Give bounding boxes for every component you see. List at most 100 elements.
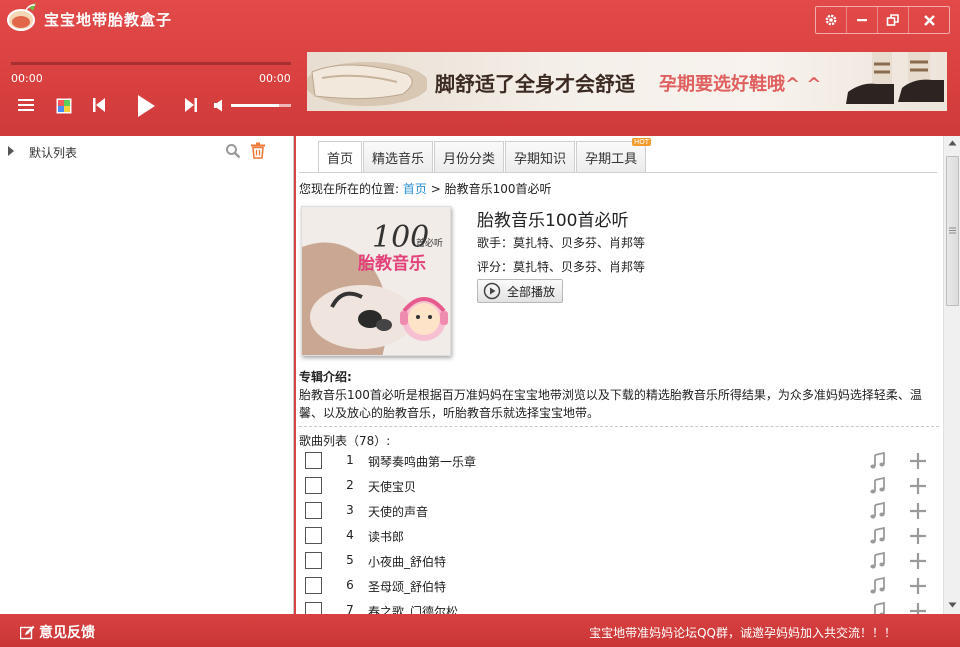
song-row[interactable]: 5 小夜曲_舒伯特 (299, 548, 939, 573)
song-row[interactable]: 2 天使宝贝 (299, 473, 939, 498)
player-controls (12, 90, 297, 124)
song-title: 春之歌_门德尔松 (368, 605, 459, 614)
song-checkbox[interactable] (305, 452, 322, 469)
song-title: 天使宝贝 (368, 480, 417, 494)
music-note-icon[interactable] (868, 551, 888, 571)
banner-tip: 孕期要选好鞋哦^ ^ (659, 74, 822, 95)
breadcrumb-current: 胎教音乐100首必听 (444, 182, 552, 196)
trash-icon[interactable] (250, 142, 266, 159)
song-number: 6 (346, 578, 354, 592)
cover-number: 100 (372, 220, 429, 255)
edit-icon (20, 625, 35, 639)
song-number: 5 (346, 553, 354, 567)
play-all-label: 全部播放 (507, 284, 556, 299)
app-title: 宝宝地带胎教盒子 (44, 11, 173, 29)
scroll-up-icon[interactable] (948, 140, 957, 146)
expand-arrow-icon[interactable] (7, 146, 15, 156)
menu-icon[interactable] (18, 98, 34, 112)
total-time: 00:00 (259, 72, 291, 85)
content-panel: 首页 精选音乐 月份分类 孕期知识 孕期工具 HOT 您现在所在的位置: 首页 >… (296, 136, 960, 614)
song-checkbox[interactable] (305, 552, 322, 569)
status-bar: 意见反馈 宝宝地带准妈妈论坛QQ群，诚邀孕妈妈加入共交流！！！ (0, 614, 960, 647)
song-row[interactable]: 3 天使的声音 (299, 498, 939, 523)
song-checkbox[interactable] (305, 577, 322, 594)
scroll-thumb[interactable] (946, 156, 959, 306)
music-note-icon[interactable] (868, 601, 888, 614)
cover-sub: 首必听 (416, 237, 443, 249)
intro-text: 胎教音乐100首必听是根据百万准妈妈在宝宝地带浏览以及下载的精选胎教音乐所得结果… (299, 388, 922, 420)
minimize-icon[interactable] (847, 7, 878, 33)
play-all-button[interactable]: 全部播放 (477, 279, 563, 303)
tab-label: 首页 (327, 152, 354, 167)
tab-pregnancy-tools[interactable]: 孕期工具 HOT (576, 138, 652, 172)
song-row[interactable]: 7 春之歌_门德尔松 (299, 598, 939, 614)
previous-track-icon[interactable] (92, 97, 106, 113)
music-note-icon[interactable] (868, 576, 888, 596)
song-checkbox[interactable] (305, 477, 322, 494)
add-to-list-icon[interactable] (908, 601, 928, 614)
songlist-heading: 歌曲列表（78）: (299, 434, 391, 448)
song-row[interactable]: 1 钢琴奏鸣曲第一乐章 (299, 448, 939, 473)
restore-icon[interactable] (878, 7, 909, 33)
tab-home[interactable]: 首页 (318, 141, 363, 173)
banner-ad[interactable]: 脚舒适了全身才会舒适 孕期要选好鞋哦^ ^ (307, 52, 947, 111)
close-icon[interactable] (909, 7, 949, 33)
song-row[interactable]: 4 读书郎 (299, 523, 939, 548)
settings-gear-icon[interactable] (816, 7, 847, 33)
volume-icon[interactable] (213, 99, 226, 112)
window-controls (815, 6, 950, 34)
current-time: 00:00 (11, 72, 43, 85)
add-to-list-icon[interactable] (908, 476, 928, 496)
music-note-icon[interactable] (868, 451, 888, 471)
add-to-list-icon[interactable] (908, 551, 928, 571)
scroll-down-icon[interactable] (948, 602, 957, 608)
song-checkbox[interactable] (305, 602, 322, 614)
song-title: 钢琴奏鸣曲第一乐章 (368, 455, 477, 469)
music-note-icon[interactable] (868, 526, 888, 546)
breadcrumb-separator: > (426, 182, 445, 196)
album-cover: 100 首必听 胎教音乐 (301, 206, 451, 356)
feedback-button[interactable]: 意见反馈 (20, 622, 95, 642)
scrollbar[interactable] (943, 136, 960, 614)
intro-heading: 专辑介绍: (299, 370, 352, 384)
footer-message[interactable]: 宝宝地带准妈妈论坛QQ群，诚邀孕妈妈加入共交流！！！ (589, 624, 896, 641)
song-row[interactable]: 6 圣母颂_舒伯特 (299, 573, 939, 598)
play-circle-icon (483, 282, 501, 300)
music-note-icon[interactable] (868, 501, 888, 521)
add-to-list-icon[interactable] (908, 576, 928, 596)
playback-progress-bar[interactable] (11, 62, 291, 65)
next-track-icon[interactable] (184, 97, 198, 113)
breadcrumb-home-link[interactable]: 首页 (403, 182, 427, 196)
search-icon[interactable] (225, 143, 241, 159)
playlist-default[interactable]: 默认列表 (7, 142, 273, 161)
song-number: 3 (346, 503, 354, 517)
tab-label: 月份分类 (443, 151, 496, 167)
album-title: 胎教音乐100首必听 (477, 211, 629, 231)
play-icon[interactable] (136, 94, 156, 118)
tab-pregnancy-knowledge[interactable]: 孕期知识 (505, 141, 576, 172)
banner-slogan: 脚舒适了全身才会舒适 (435, 72, 635, 96)
volume-slider[interactable] (231, 104, 291, 107)
divider (299, 426, 939, 427)
album-artist: 歌手：莫扎特、贝多芬、肖邦等 (477, 236, 646, 250)
tab-divider (299, 172, 937, 173)
song-number: 7 (346, 603, 354, 614)
tab-monthly[interactable]: 月份分类 (434, 141, 505, 172)
add-to-list-icon[interactable] (908, 451, 928, 471)
song-checkbox[interactable] (305, 527, 322, 544)
song-list: 1 钢琴奏鸣曲第一乐章 2 天使宝贝 3 天使的声音 4 读书郎 5 小夜曲_舒伯特 6 圣母颂_舒伯… (299, 448, 939, 614)
banner-feet-image (307, 62, 427, 106)
breadcrumb-prefix: 您现在所在的位置: (299, 182, 403, 196)
music-note-icon[interactable] (868, 476, 888, 496)
add-to-list-icon[interactable] (908, 526, 928, 546)
album-rating: 评分：莫扎特、贝多芬、肖邦等 (477, 260, 646, 274)
song-checkbox[interactable] (305, 502, 322, 519)
tab-selected-music[interactable]: 精选音乐 (363, 141, 434, 172)
volume-level (231, 104, 279, 107)
song-title: 读书郎 (368, 530, 405, 544)
title-bar: 宝宝地带胎教盒子 00:00 00:00 脚舒适了全身才会舒适 孕期要选好鞋哦^… (0, 0, 960, 136)
add-to-list-icon[interactable] (908, 501, 928, 521)
song-title: 圣母颂_舒伯特 (368, 580, 447, 594)
skin-color-icon[interactable] (56, 98, 72, 114)
feedback-label: 意见反馈 (39, 625, 95, 641)
